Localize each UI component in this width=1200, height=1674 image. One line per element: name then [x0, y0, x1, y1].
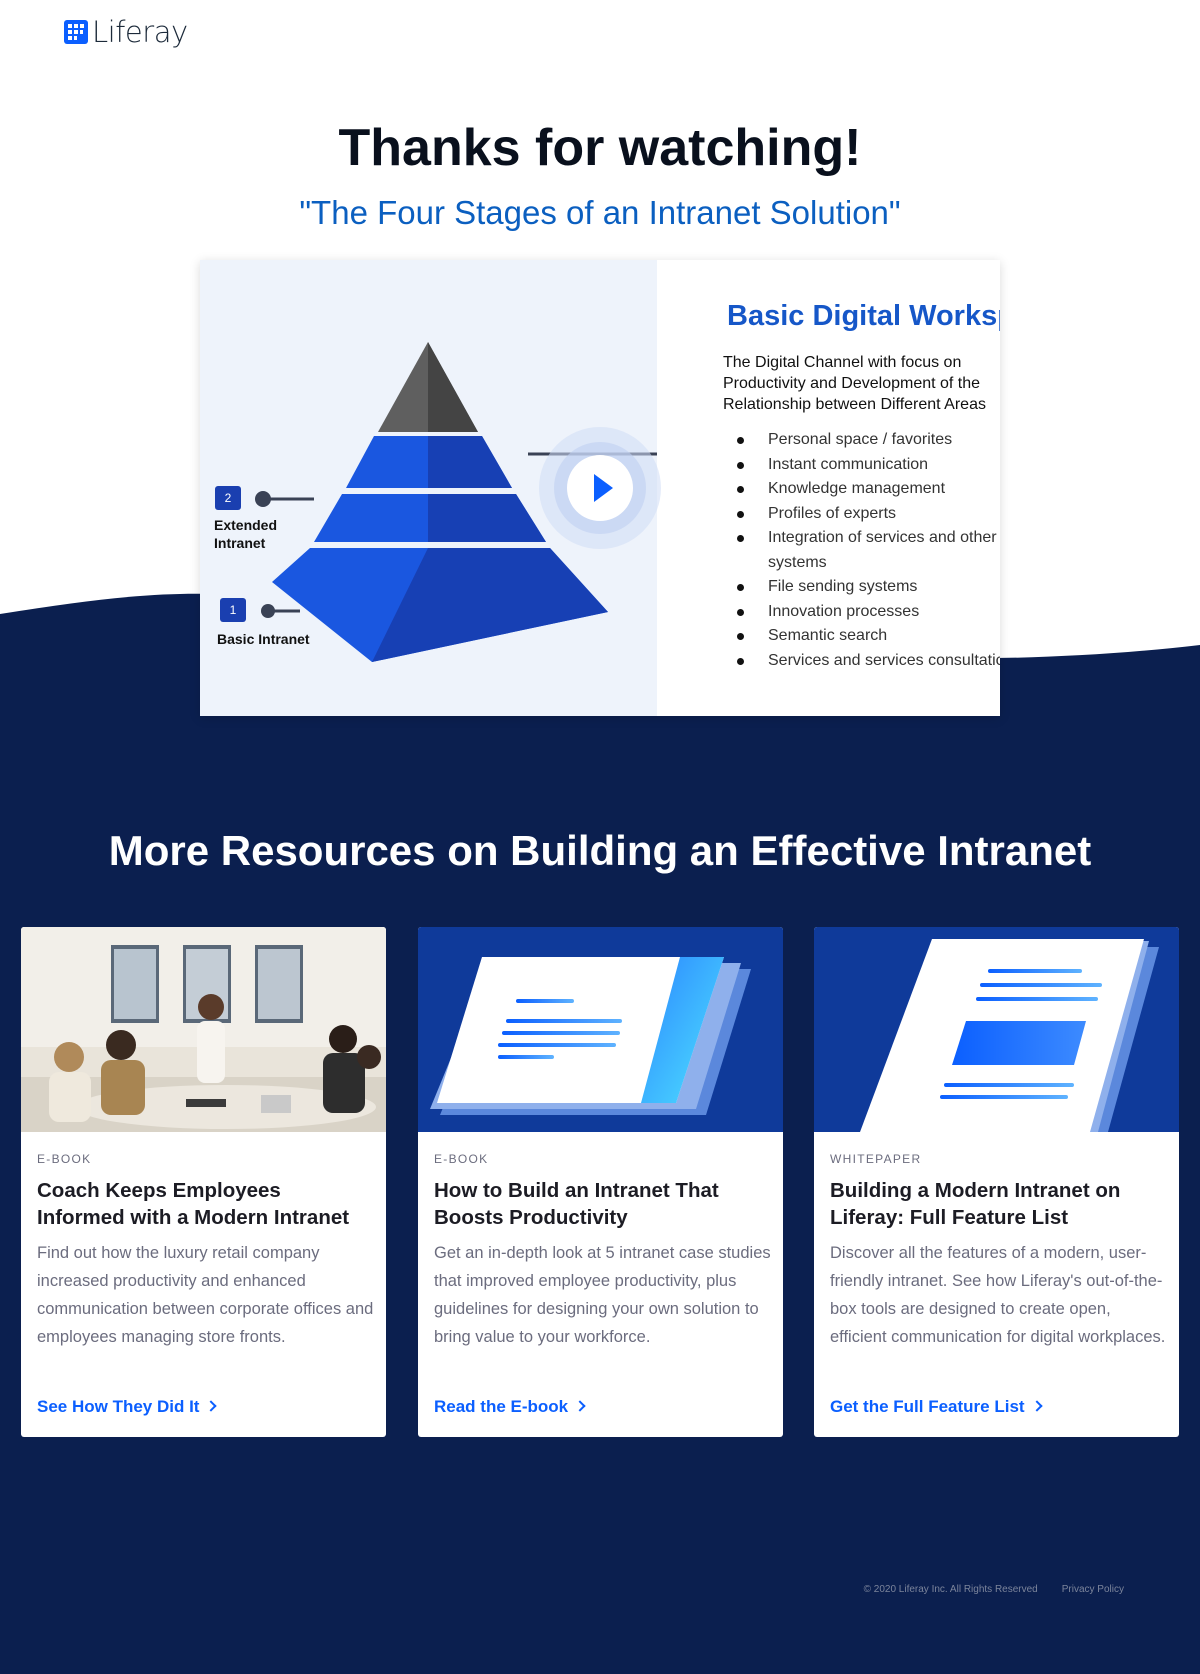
slide-description: The Digital Channel with focus on Produc…	[723, 354, 986, 413]
slide-list-item: Semantic search	[737, 624, 1000, 649]
card-link-label[interactable]: See How They Did It	[37, 1397, 199, 1416]
see-how-they-did-it-link[interactable]: See How They Did It	[37, 1397, 218, 1417]
site-header: Liferay	[64, 12, 188, 52]
slide-list-item: Profiles of experts	[737, 502, 1000, 527]
card-description: Discover all the features of a modern, u…	[830, 1244, 1166, 1346]
card-description: Find out how the luxury retail company i…	[37, 1244, 374, 1346]
chevron-right-icon	[1030, 1400, 1043, 1412]
level-2-label: Extended Intranet	[214, 517, 278, 551]
resource-card: E-BOOK How to Build an Intranet That Boo…	[418, 927, 783, 1437]
slide-list-item: Personal space / favorites	[737, 428, 1000, 453]
resource-card: WHITEPAPER Building a Modern Intranet on…	[814, 927, 1179, 1437]
slide-list-item: Services and services consultatic	[737, 649, 1000, 674]
card-title[interactable]: Coach Keeps Employees Informed with a Mo…	[37, 1177, 372, 1231]
level-2-badge: 2	[215, 486, 241, 510]
card-type-label: E-BOOK	[37, 1152, 92, 1166]
whitepaper-illustration	[814, 927, 1179, 1132]
page-subtitle: "The Four Stages of an Intranet Solution…	[299, 194, 901, 231]
level-1-label: Basic Intranet	[217, 631, 310, 647]
level-1-badge: 1	[220, 598, 246, 622]
slide-list-item: Integration of services and other system…	[737, 526, 1000, 575]
play-icon	[539, 427, 661, 549]
slide-list-item: Knowledge management	[737, 477, 1000, 502]
liferay-logo-icon[interactable]	[64, 20, 88, 44]
card-link-label[interactable]: Get the Full Feature List	[830, 1397, 1025, 1416]
card-type-label: E-BOOK	[434, 1152, 489, 1166]
slide-list-item: Innovation processes	[737, 600, 1000, 625]
privacy-policy-link[interactable]: Privacy Policy	[1062, 1584, 1124, 1595]
card-type-label: WHITEPAPER	[830, 1152, 922, 1166]
card-title[interactable]: Building a Modern Intranet on Liferay: F…	[830, 1177, 1165, 1231]
page-title: Thanks for watching!	[338, 119, 862, 177]
slide-list-item: Instant communication	[737, 453, 1000, 478]
chevron-right-icon	[574, 1400, 586, 1412]
card-title[interactable]: How to Build an Intranet That Boosts Pro…	[434, 1177, 769, 1231]
resources-title: More Resources on Building an Effective …	[108, 827, 1092, 874]
video-player[interactable]: 2 Extended Intranet 1 Basic Intranet Bas…	[200, 260, 1000, 716]
chevron-right-icon	[205, 1400, 218, 1412]
read-the-ebook-link[interactable]: Read the E-book	[434, 1397, 586, 1417]
get-full-feature-list-link[interactable]: Get the Full Feature List	[830, 1397, 1043, 1417]
card-description: Get an in-depth look at 5 intranet case …	[434, 1244, 771, 1346]
slide-list-item: File sending systems	[737, 575, 1000, 600]
office-meeting-image	[21, 927, 386, 1132]
slide-heading: Basic Digital Workspa	[727, 300, 1000, 332]
ebook-illustration	[418, 927, 783, 1132]
logo-text[interactable]: Liferay	[92, 15, 188, 49]
page-footer: © 2020 Liferay Inc. All Rights Reserved …	[864, 1584, 1124, 1595]
slide-feature-list: Personal space / favorites Instant commu…	[737, 428, 1000, 674]
card-link-label[interactable]: Read the E-book	[434, 1397, 568, 1416]
resource-card: E-BOOK Coach Keeps Employees Informed wi…	[21, 927, 386, 1437]
copyright-text: © 2020 Liferay Inc. All Rights Reserved	[863, 1584, 1038, 1595]
play-button[interactable]	[539, 427, 661, 549]
